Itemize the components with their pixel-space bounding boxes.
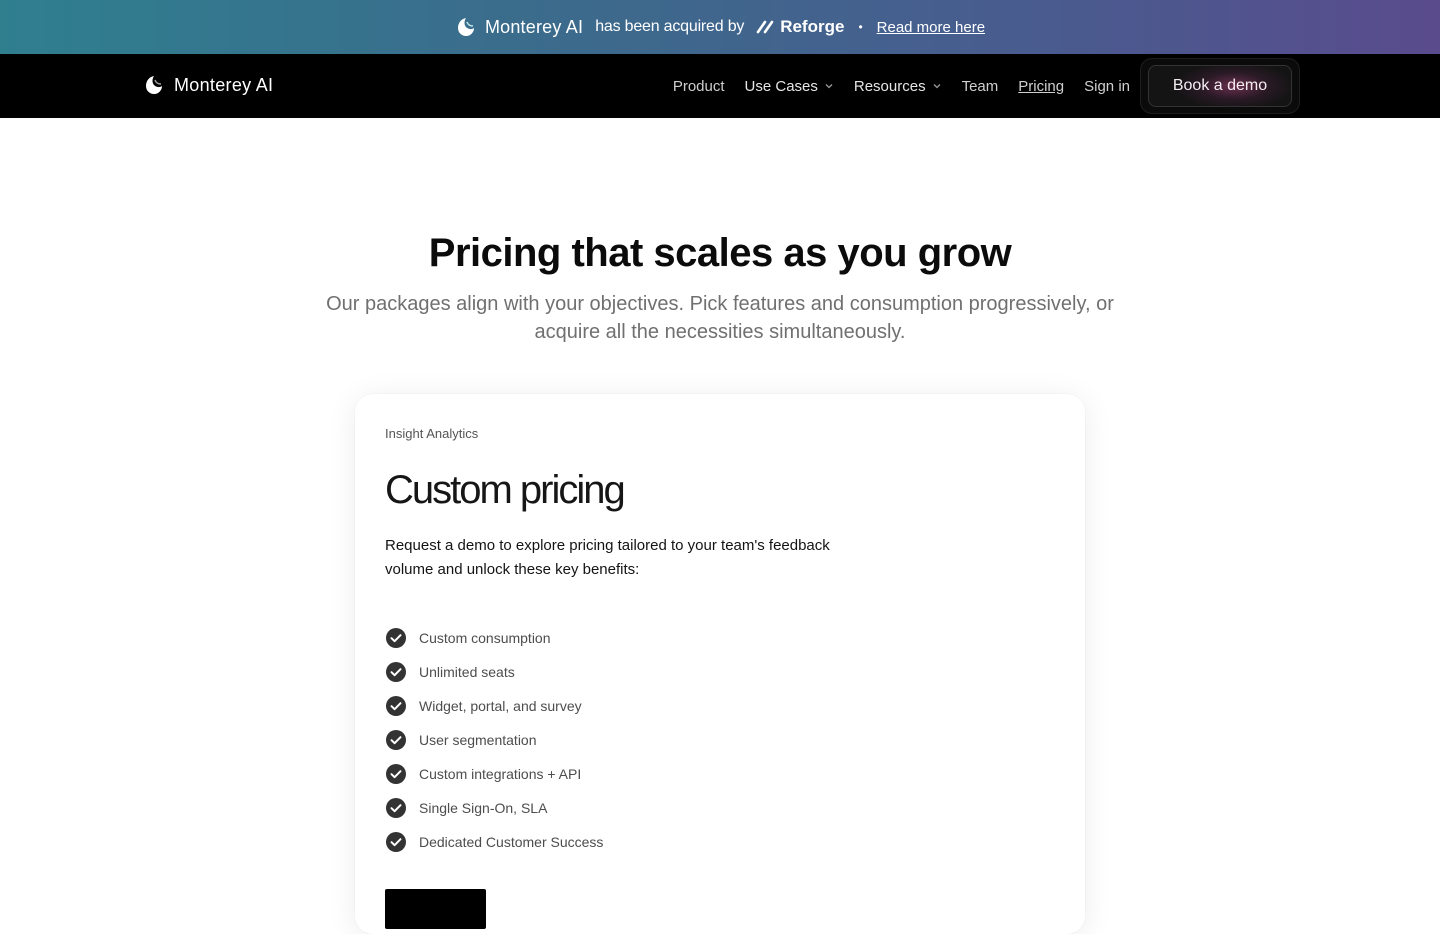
page-subtitle: Our packages align with your objectives.… xyxy=(326,293,1114,343)
separator-dot: • xyxy=(858,20,863,34)
announcement-brand: Monterey AI xyxy=(455,16,583,38)
nav-link-label: Pricing xyxy=(1018,77,1065,95)
feature-label: Widget, portal, and survey xyxy=(419,698,582,714)
feature-item: Custom integrations + API xyxy=(385,757,603,791)
nav-link-pricing[interactable]: Pricing xyxy=(1018,78,1064,95)
nav-logo[interactable]: Monterey AI xyxy=(143,74,273,96)
nav-link-team[interactable]: Team xyxy=(962,78,999,95)
pricing-card: Insight Analytics Custom pricing Request… xyxy=(355,394,1085,934)
feature-item: Unlimited seats xyxy=(385,655,603,689)
nav-link-sign-in[interactable]: Sign in xyxy=(1084,78,1130,95)
page-title: Pricing that scales as you grow xyxy=(428,231,1012,275)
card-cta-button[interactable] xyxy=(385,889,486,929)
read-more-link[interactable]: Read more here xyxy=(877,19,985,36)
feature-label: Custom integrations + API xyxy=(419,766,582,782)
feature-item: User segmentation xyxy=(385,723,603,757)
chevron-down-icon xyxy=(825,84,833,89)
nav-link-label: Use Cases xyxy=(744,77,818,95)
nav-link-use-cases[interactable]: Use Cases xyxy=(745,78,834,95)
nav-link-label: Sign in xyxy=(1084,77,1130,95)
check-circle-icon xyxy=(386,764,406,784)
feature-item: Single Sign-On, SLA xyxy=(385,791,603,825)
reforge-name: Reforge xyxy=(780,17,845,36)
feature-label: Dedicated Customer Success xyxy=(419,834,604,850)
plan-name: Insight Analytics xyxy=(385,426,479,441)
chevron-down-icon xyxy=(933,84,941,89)
nav-link-label: Team xyxy=(961,77,999,95)
feature-label: User segmentation xyxy=(419,732,537,748)
check-circle-icon xyxy=(386,628,406,648)
nav-link-product[interactable]: Product xyxy=(673,78,725,95)
feature-label: Single Sign-On, SLA xyxy=(419,800,548,816)
plan-price: Custom pricing xyxy=(385,468,626,512)
check-circle-icon xyxy=(386,696,406,716)
book-demo-wrapper: Book a demo xyxy=(1140,58,1300,114)
reforge-brand: Reforge xyxy=(756,17,844,37)
monterey-logo-icon xyxy=(146,76,162,94)
reforge-logo-icon xyxy=(756,20,774,34)
check-circle-icon xyxy=(386,832,406,852)
plan-description: Request a demo to explore pricing tailor… xyxy=(385,537,830,578)
announcement-text: has been acquired by xyxy=(595,18,745,35)
monterey-logo-icon xyxy=(457,18,474,36)
top-nav: Monterey AI Product Use Cases Resources … xyxy=(0,54,1440,118)
book-demo-button[interactable]: Book a demo xyxy=(1148,65,1292,107)
nav-links: Product Use Cases Resources Team Pricing… xyxy=(673,54,1130,118)
nav-link-label: Product xyxy=(672,77,725,95)
nav-logo-text: Monterey AI xyxy=(174,74,274,95)
nav-link-resources[interactable]: Resources xyxy=(854,78,942,95)
announcement-brand-name: Monterey AI xyxy=(484,16,584,37)
announcement-bar: Monterey AI has been acquired by Reforge… xyxy=(0,0,1440,54)
feature-label: Unlimited seats xyxy=(419,664,515,680)
feature-item: Dedicated Customer Success xyxy=(385,825,603,859)
check-circle-icon xyxy=(386,798,406,818)
feature-item: Custom consumption xyxy=(385,621,603,655)
check-circle-icon xyxy=(386,662,406,682)
nav-link-label: Resources xyxy=(853,77,926,95)
check-circle-icon xyxy=(386,730,406,750)
feature-list: Custom consumption Unlimited seats Widge… xyxy=(385,621,603,859)
feature-label: Custom consumption xyxy=(419,630,551,646)
feature-item: Widget, portal, and survey xyxy=(385,689,603,723)
